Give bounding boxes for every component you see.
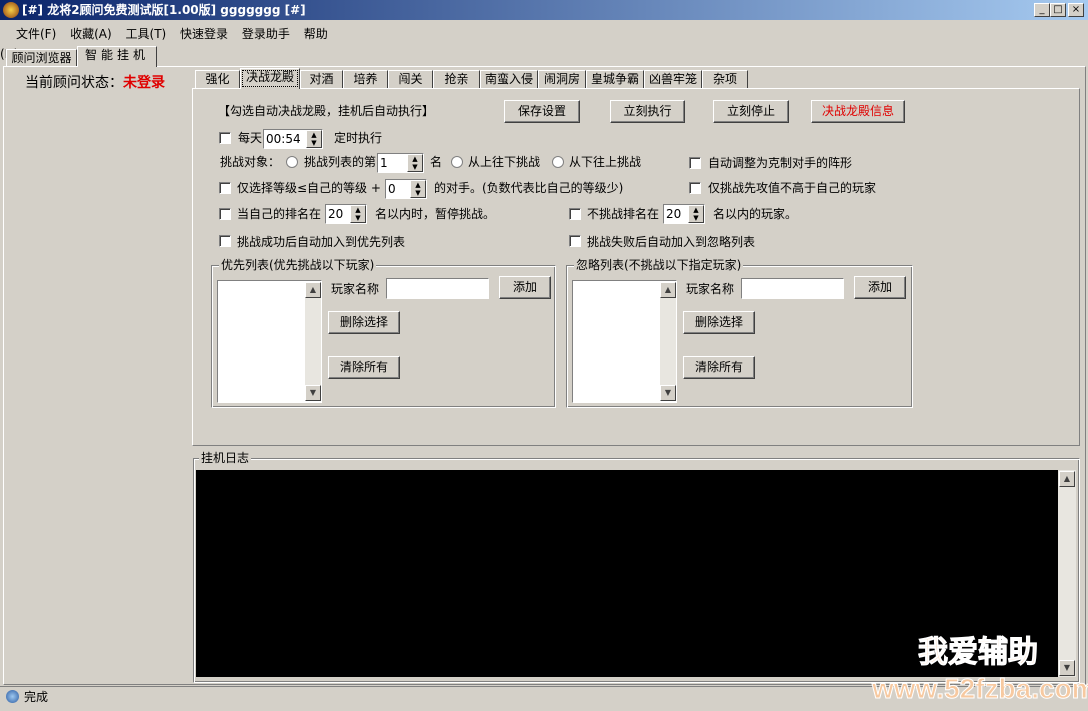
daily-label: 每天 [238, 131, 263, 145]
ignore-delete-button[interactable]: 删除选择 [683, 311, 755, 334]
menu-favorites[interactable]: 收藏(A) [70, 27, 112, 41]
level-label: 仅选择等级≤自己的等级 + [237, 181, 381, 195]
log-title: 挂机日志 [199, 451, 252, 465]
menu-file[interactable]: 文件(F) [16, 27, 56, 41]
watermark-url: www.52fzba.com [872, 673, 1088, 704]
pause-label: 当自己的排名在 [237, 207, 322, 221]
inner-tab-3[interactable]: 培养 [343, 70, 388, 88]
log-scrollbar[interactable] [1058, 470, 1076, 677]
menu-bar: 文件(F) 收藏(A) 工具(T) 快速登录 登录助手 帮助(H) [0, 24, 340, 61]
close-button[interactable]: × [1068, 3, 1084, 17]
scroll-up-icon[interactable]: ▲ [1059, 471, 1075, 487]
advisor-status: 当前顾问状态：未登录 [25, 75, 165, 91]
bottom-up-radio[interactable] [552, 156, 564, 168]
priority-name-input[interactable] [386, 278, 489, 299]
bottom-up-label: 从下往上挑战 [569, 155, 642, 169]
auto-adjust-label: 自动调整为克制对手的阵形 [708, 156, 853, 170]
daily-time-value: 00:54 [266, 132, 301, 146]
inner-tab-5[interactable]: 抢亲 [433, 70, 480, 88]
inner-tab-6[interactable]: 南蛮入侵 [480, 70, 538, 88]
time-spinner[interactable]: ▲ ▼ [306, 130, 322, 148]
daily-suffix: 定时执行 [334, 131, 383, 145]
ignore-clear-button[interactable]: 清除所有 [683, 356, 755, 379]
stop-now-button[interactable]: 立刻停止 [713, 100, 789, 123]
attack-only-checkbox[interactable] [689, 182, 701, 194]
globe-icon [6, 690, 19, 703]
scroll-up-icon[interactable]: ▲ [660, 282, 676, 298]
auto-adjust-checkbox[interactable] [689, 157, 701, 169]
tab-auto-hangup[interactable]: 智能挂机 [77, 46, 157, 67]
hint-text: 【勾选自动决战龙殿，挂机后自动执行】 [218, 104, 435, 118]
scroll-up-icon[interactable]: ▲ [305, 282, 321, 298]
window-title: [#] 龙将2顾问免费测试版[1.00版] ggggggg [#] [22, 3, 306, 17]
inner-tab-8[interactable]: 皇城争霸 [586, 70, 644, 88]
status-text: 完成 [24, 690, 49, 704]
level-checkbox[interactable] [219, 182, 231, 194]
pause-checkbox[interactable] [219, 208, 231, 220]
menu-tools[interactable]: 工具(T) [126, 27, 167, 41]
target-rank-radio[interactable] [286, 156, 298, 168]
skip-suffix: 名以内的玩家。 [713, 207, 798, 221]
level-value: 0 [388, 182, 396, 196]
minimize-button[interactable]: _ [1034, 3, 1050, 17]
scroll-down-icon[interactable]: ▼ [660, 385, 676, 401]
priority-add-button[interactable]: 添加 [499, 276, 551, 299]
inner-tab-2[interactable]: 对酒 [300, 70, 343, 88]
rank-spinner[interactable]: ▲ ▼ [407, 154, 423, 172]
ignore-add-button[interactable]: 添加 [854, 276, 906, 299]
lose-add-checkbox[interactable] [569, 235, 581, 247]
inner-tab-7[interactable]: 闹洞房 [538, 70, 586, 88]
inner-tab-9[interactable]: 凶兽牢笼 [644, 70, 702, 88]
priority-title: 优先列表(优先挑战以下玩家) [219, 258, 377, 272]
watermark-title: 我爱辅助 [918, 635, 1039, 670]
dragon-palace-info-button[interactable]: 决战龙殿信息 [811, 100, 905, 123]
ignore-name-input[interactable] [741, 278, 844, 299]
top-down-label: 从上往下挑战 [468, 155, 541, 169]
inner-tab-10[interactable]: 杂项 [702, 70, 748, 88]
priority-clear-button[interactable]: 清除所有 [328, 356, 400, 379]
inner-tab-4[interactable]: 闯关 [388, 70, 433, 88]
pause-rank-value: 20 [328, 207, 344, 221]
rank-value: 1 [380, 156, 388, 170]
rank-unit: 名 [430, 155, 443, 169]
ignore-name-label: 玩家名称 [686, 282, 735, 296]
pause-suffix: 名以内时，暂停挑战。 [375, 207, 496, 221]
target-rank-label: 挑战列表的第 [304, 155, 377, 169]
target-label: 挑战对象： [220, 155, 281, 169]
attack-only-label: 仅挑战先攻值不高于自己的玩家 [708, 181, 877, 195]
inner-tab-1[interactable]: 决战龙殿 [240, 68, 300, 89]
pause-spinner[interactable]: ▲ ▼ [350, 205, 366, 223]
save-settings-button[interactable]: 保存设置 [504, 100, 580, 123]
priority-name-label: 玩家名称 [331, 282, 380, 296]
ignore-title: 忽略列表(不挑战以下指定玩家) [574, 258, 744, 272]
menu-login-helper[interactable]: 登录助手 [242, 27, 290, 41]
skip-spinner[interactable]: ▲ ▼ [688, 205, 704, 223]
level-spinner[interactable]: ▲ ▼ [410, 180, 426, 198]
skip-checkbox[interactable] [569, 208, 581, 220]
lose-add-label: 挑战失败后自动加入到忽略列表 [587, 235, 756, 249]
maximize-button[interactable]: □ [1050, 3, 1066, 17]
scroll-down-icon[interactable]: ▼ [305, 385, 321, 401]
inner-tab-0[interactable]: 强化 [195, 70, 240, 88]
skip-label: 不挑战排名在 [587, 207, 660, 221]
top-down-radio[interactable] [451, 156, 463, 168]
menu-quick-login[interactable]: 快速登录 [180, 27, 228, 41]
skip-rank-value: 20 [666, 207, 682, 221]
status-label: 当前顾问状态： [25, 75, 123, 91]
priority-delete-button[interactable]: 删除选择 [328, 311, 400, 334]
level-suffix: 的对手。(负数代表比自己的等级少) [434, 181, 624, 195]
app-icon [3, 2, 19, 18]
tab-advisor-browser[interactable]: 顾问浏览器 [6, 49, 77, 66]
title-bar: [#] 龙将2顾问免费测试版[1.00版] ggggggg [#] [0, 0, 1088, 20]
win-add-label: 挑战成功后自动加入到优先列表 [237, 235, 406, 249]
ignore-scrollbar[interactable] [660, 282, 676, 401]
win-add-checkbox[interactable] [219, 235, 231, 247]
run-now-button[interactable]: 立刻执行 [610, 100, 685, 123]
daily-checkbox[interactable] [219, 132, 231, 144]
status-value: 未登录 [123, 75, 165, 91]
priority-scrollbar[interactable] [305, 282, 321, 401]
